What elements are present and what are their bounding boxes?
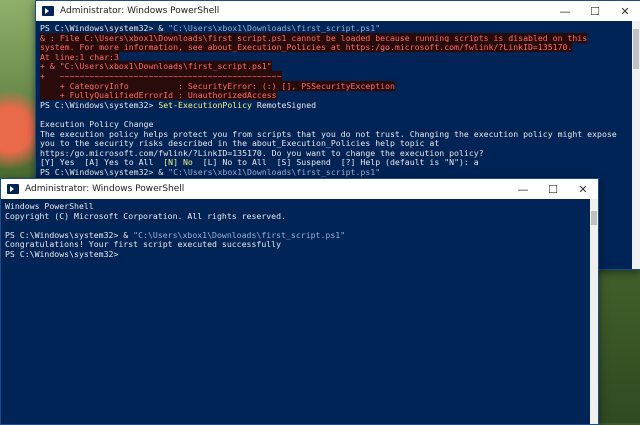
console-text: + & "C:\Users\xbox1\Downloads\first_scri…	[40, 61, 272, 72]
console-text: [Y] Yes [A] Yes to All	[40, 157, 164, 168]
console-output[interactable]: Windows PowerShell Copyright (C) Microsof…	[1, 199, 598, 263]
console-text: PS C:\Windows\system32> &	[40, 23, 169, 33]
scrollbar[interactable]	[632, 21, 640, 269]
console-text: Congratulations! Your first script execu…	[5, 239, 282, 250]
console-text: Copyright (C) Microsoft Corporation. All…	[5, 210, 286, 221]
console-text: At line:1 char:3	[40, 51, 119, 62]
window-title: Administrator: Windows PowerShell	[60, 6, 220, 16]
console-line: Copyright (C) Microsoft Corporation. All…	[5, 210, 594, 222]
console-line: PS C:\Windows\system32>	[5, 248, 594, 260]
console-text: + FullyQualifiedErrorId : UnauthorizedAc…	[40, 90, 277, 101]
close-icon[interactable]: ✕	[610, 1, 640, 21]
console-text: & : File C:\Users\xbox1\Downloads\first_…	[40, 32, 588, 43]
title-bar[interactable]: Administrator: Windows PowerShell — ☐ ✕	[36, 1, 640, 21]
console-text: "C:\Users\xbox1\Downloads\first_script.p…	[168, 166, 381, 177]
console-text: Set-ExecutionPolicy	[158, 99, 252, 110]
powershell-window-front[interactable]: Administrator: Windows PowerShell — ☐ ✕ …	[0, 178, 599, 425]
console-text: you to the security risks described in t…	[40, 138, 440, 149]
console-line: PS C:\Windows\system32> & "C:\Users\xbox…	[40, 166, 636, 178]
console-text: PS C:\Windows\system32>	[40, 99, 159, 110]
console-text: Windows PowerShell	[5, 201, 94, 211]
minimize-icon[interactable]: —	[550, 1, 580, 21]
console-text: PS C:\Windows\system32> &	[40, 166, 169, 177]
console-text: The execution policy helps protect you f…	[40, 128, 617, 139]
console-text: PS C:\Windows\system32>	[5, 248, 119, 259]
maximize-icon[interactable]: ☐	[580, 1, 610, 21]
minimize-icon[interactable]: —	[508, 179, 538, 199]
console-text: system. For more information, see about_…	[40, 42, 573, 53]
scrollbar-thumb[interactable]	[591, 211, 597, 225]
console-output[interactable]: PS C:\Windows\system32> & "C:\Users\xbox…	[36, 21, 640, 181]
console-text: RemoteSigned	[251, 99, 317, 110]
scrollbar[interactable]	[590, 199, 598, 424]
console-text: + CategoryInfo : SecurityError: (:) [], …	[40, 80, 395, 91]
console-text: Execution Policy Change	[40, 118, 154, 129]
console-text: "C:\Users\xbox1\Downloads\first_script.p…	[168, 23, 381, 33]
powershell-icon	[7, 184, 19, 194]
console-text: + ~~~~~~~~~~~~~~~~~~~~~~~~~~~~~~~~~~~~~~…	[40, 70, 282, 81]
scrollbar-thumb[interactable]	[633, 29, 639, 69]
title-bar[interactable]: Administrator: Windows PowerShell — ☐ ✕	[1, 179, 598, 199]
maximize-icon[interactable]: ☐	[538, 179, 568, 199]
window-title: Administrator: Windows PowerShell	[25, 184, 185, 194]
console-text: PS C:\Windows\system32> &	[5, 229, 134, 240]
console-text: "C:\Users\xbox1\Downloads\first_script.p…	[133, 229, 346, 240]
console-text: [L] No to All [S] Suspend [?] Help (defa…	[192, 157, 479, 168]
console-line: system. For more information, see about_…	[40, 42, 636, 53]
console-text: https:/go.microsoft.com/fwlink/?LinkID=1…	[40, 147, 484, 158]
console-line: PS C:\Windows\system32> Set-ExecutionPol…	[40, 99, 636, 111]
console-text: [N] No	[163, 157, 193, 168]
powershell-icon	[42, 6, 54, 16]
close-icon[interactable]: ✕	[568, 179, 598, 199]
